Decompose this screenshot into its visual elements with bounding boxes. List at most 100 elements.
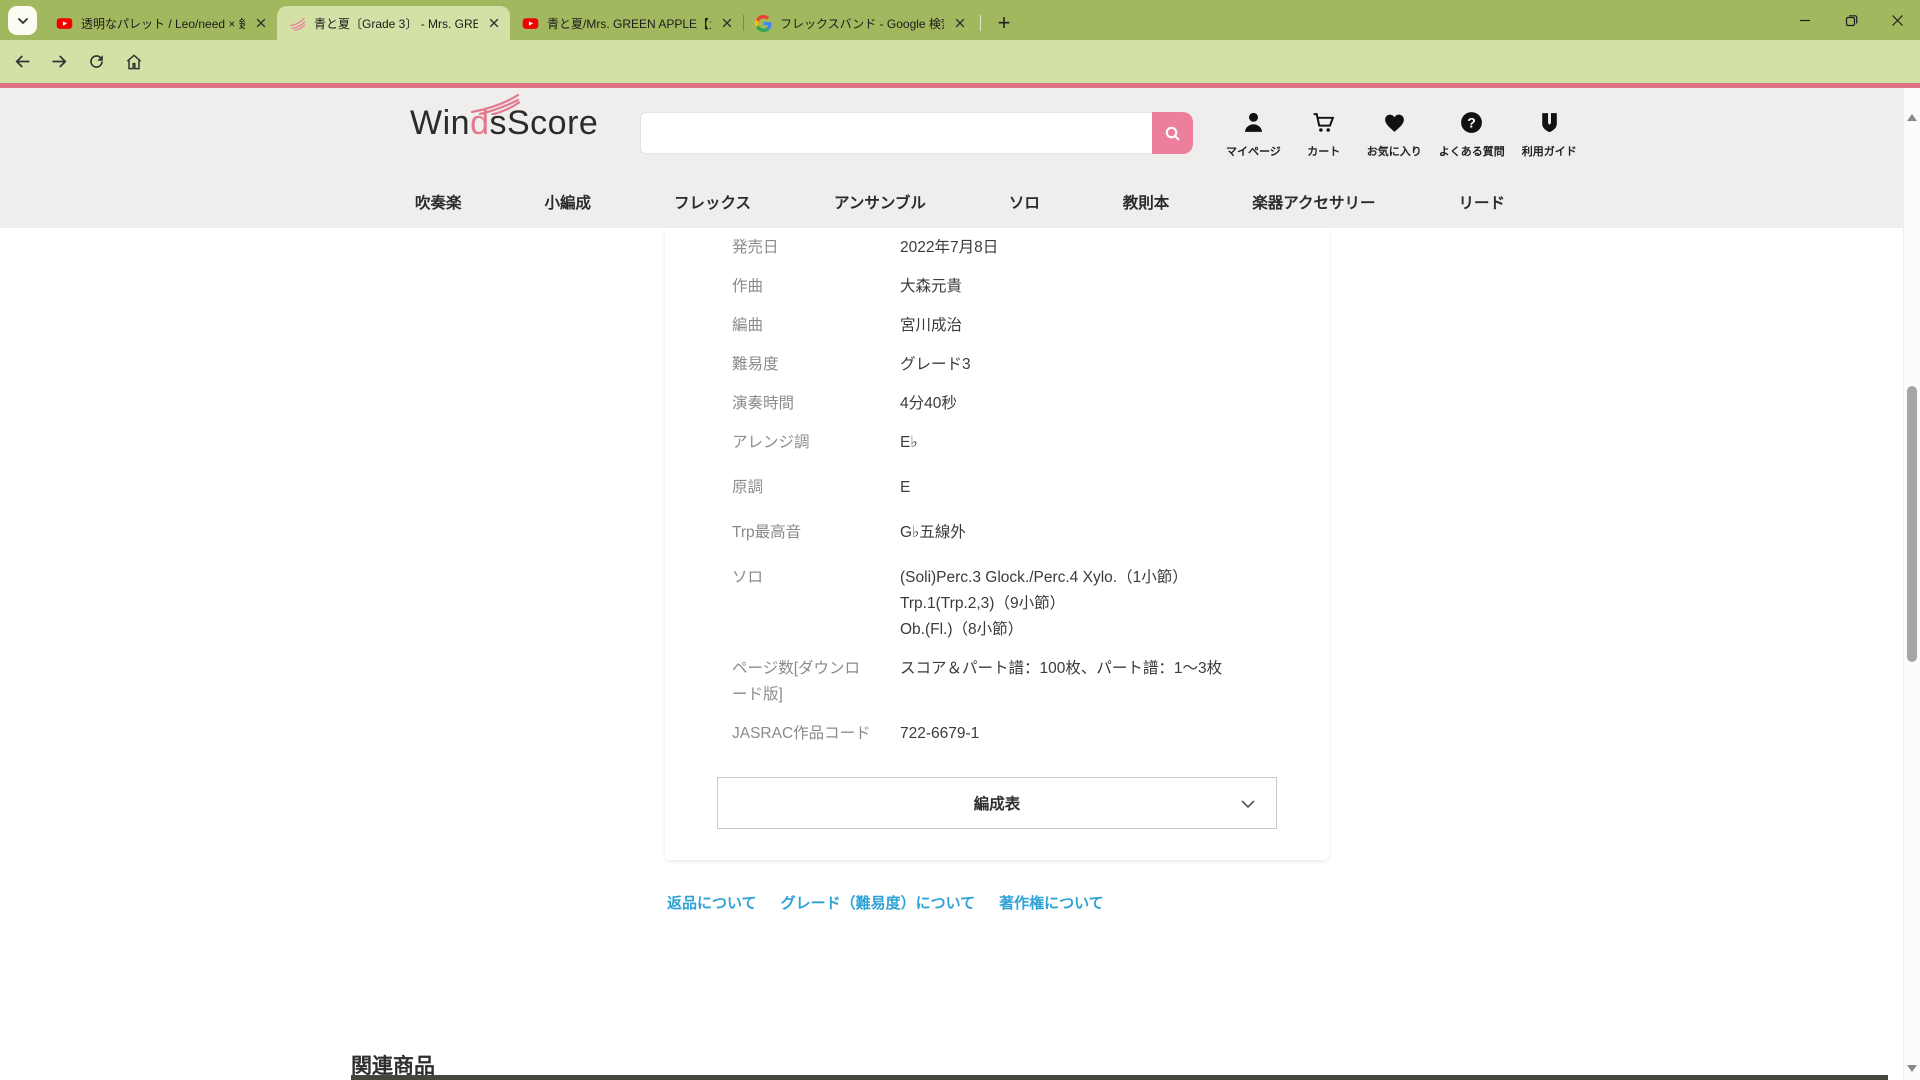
spec-label: Trp最高音 bbox=[732, 520, 900, 546]
quick-link-label: マイページ bbox=[1226, 143, 1281, 159]
spec-label: ページ数[ダウンロード版] bbox=[732, 656, 900, 708]
close-window-button[interactable] bbox=[1874, 0, 1920, 40]
nav-item[interactable]: 教則本 bbox=[1123, 191, 1170, 213]
spec-row: 作曲 大森元貴 bbox=[732, 274, 1299, 300]
logo-swoosh-icon bbox=[470, 93, 522, 115]
spec-label: 難易度 bbox=[732, 352, 900, 378]
spec-label: 編曲 bbox=[732, 313, 900, 339]
quick-link[interactable]: お気に入り bbox=[1367, 110, 1422, 159]
restore-button[interactable] bbox=[1828, 0, 1874, 40]
page-scrollbar[interactable] bbox=[1903, 88, 1920, 1080]
spec-label: 原調 bbox=[732, 475, 900, 501]
logo-text-pre: Win bbox=[410, 104, 470, 142]
quick-link-label: お気に入り bbox=[1367, 143, 1422, 159]
nav-item[interactable]: フレックス bbox=[674, 191, 751, 213]
product-spec-table: 発売日 2022年7月8日 作曲 大森元貴 編曲 宮川成治 難易度 bbox=[665, 228, 1329, 747]
window-controls bbox=[1782, 0, 1920, 40]
tab-title: 青と夏〔Grade 3〕 - Mrs. GREEN bbox=[314, 15, 478, 32]
tab-title: 透明なパレット / Leo/need × 鏡 bbox=[81, 15, 245, 32]
policy-link[interactable]: グレード（難易度）について bbox=[781, 892, 976, 913]
scrollbar-thumb[interactable] bbox=[1907, 386, 1917, 662]
cart-icon bbox=[1311, 110, 1336, 135]
guide-icon bbox=[1537, 110, 1562, 135]
accordion-label: 編成表 bbox=[974, 792, 1021, 814]
spec-value: G♭五線外 bbox=[900, 520, 1299, 546]
chevron-down-icon bbox=[16, 14, 30, 28]
tab-close-icon[interactable] bbox=[253, 15, 269, 31]
spec-value: グレード3 bbox=[900, 352, 1299, 378]
browser-toolbar: winds-score.com/products/wsj-00016?srslt… bbox=[0, 40, 1920, 83]
spec-label: ソロ bbox=[732, 565, 900, 643]
nav-item[interactable]: 小編成 bbox=[544, 191, 591, 213]
quick-link[interactable]: ? よくある質問 bbox=[1439, 110, 1505, 159]
instrumentation-accordion-button[interactable]: 編成表 bbox=[717, 777, 1277, 829]
policy-link[interactable]: 返品について bbox=[667, 892, 757, 913]
minimize-button[interactable] bbox=[1782, 0, 1828, 40]
search-icon bbox=[1163, 124, 1182, 143]
policy-link[interactable]: 著作権について bbox=[999, 892, 1104, 913]
search-button[interactable] bbox=[1152, 112, 1193, 154]
home-button[interactable] bbox=[121, 49, 146, 74]
spec-row: アレンジ調 E♭ bbox=[732, 430, 1299, 456]
tab-strip: 透明なパレット / Leo/need × 鏡 青と夏〔Grade 3〕 - Mr… bbox=[0, 0, 1920, 40]
spec-label: 演奏時間 bbox=[732, 391, 900, 417]
tab-strip-tabs: 透明なパレット / Leo/need × 鏡 青と夏〔Grade 3〕 - Mr… bbox=[44, 6, 976, 40]
quick-link-label: カート bbox=[1307, 143, 1340, 159]
reload-button[interactable] bbox=[84, 49, 109, 74]
page-content: WindsScore bbox=[0, 88, 1903, 1080]
spec-row: 演奏時間 4分40秒 bbox=[732, 391, 1299, 417]
quick-link-label: よくある質問 bbox=[1439, 143, 1505, 159]
scrollbar-up-arrow[interactable] bbox=[1907, 114, 1917, 121]
browser-tab[interactable]: フレックスバンド - Google 検索 bbox=[743, 6, 976, 40]
spec-label: アレンジ調 bbox=[732, 430, 900, 456]
spec-row: 編曲 宮川成治 bbox=[732, 313, 1299, 339]
related-products-image-edge bbox=[351, 1075, 1888, 1080]
spec-row: JASRAC作品コード 722-6679-1 bbox=[732, 721, 1299, 747]
spec-value: 4分40秒 bbox=[900, 391, 1299, 417]
youtube-icon bbox=[56, 15, 73, 32]
user-icon bbox=[1241, 110, 1266, 135]
spec-value: 大森元貴 bbox=[900, 274, 1299, 300]
spec-label: 発売日 bbox=[732, 235, 900, 261]
back-button[interactable] bbox=[10, 49, 35, 74]
quick-link[interactable]: 利用ガイド bbox=[1522, 110, 1577, 159]
heart-icon bbox=[1382, 110, 1407, 135]
youtube-icon bbox=[522, 15, 539, 32]
tab-search-button[interactable] bbox=[8, 6, 37, 35]
nav-item[interactable]: 楽器アクセサリー bbox=[1252, 191, 1375, 213]
quick-link[interactable]: カート bbox=[1298, 110, 1350, 159]
windsscore-icon bbox=[289, 15, 306, 32]
spec-row: Trp最高音 G♭五線外 bbox=[732, 520, 1299, 546]
nav-item[interactable]: アンサンブル bbox=[834, 191, 926, 213]
svg-text:?: ? bbox=[1467, 114, 1476, 130]
nav-item[interactable]: 吹奏楽 bbox=[415, 191, 462, 213]
nav-item[interactable]: ソロ bbox=[1009, 191, 1040, 213]
forward-button[interactable] bbox=[47, 49, 72, 74]
scrollbar-down-arrow[interactable] bbox=[1907, 1065, 1917, 1072]
product-detail-card: 発売日 2022年7月8日 作曲 大森元貴 編曲 宮川成治 難易度 bbox=[665, 228, 1329, 860]
spec-row: ページ数[ダウンロード版] スコア＆パート譜：100枚、パート譜：1〜3枚 bbox=[732, 656, 1299, 708]
spec-value: 宮川成治 bbox=[900, 313, 1299, 339]
main-nav: 吹奏楽 小編成 フレックス アンサンブル ソロ 教則本 楽器アクセサリー リード bbox=[415, 191, 1505, 213]
search-input[interactable] bbox=[640, 112, 1152, 154]
spec-label: JASRAC作品コード bbox=[732, 721, 900, 747]
header-quick-links: マイページ カート bbox=[1226, 110, 1577, 159]
browser-tab[interactable]: 透明なパレット / Leo/need × 鏡 bbox=[44, 6, 277, 40]
tab-close-icon[interactable] bbox=[486, 15, 502, 31]
spec-row: 原調 E bbox=[732, 475, 1299, 501]
browser-tab[interactable]: 青と夏/Mrs. GREEN APPLE【大阪 bbox=[510, 6, 743, 40]
browser-window: 透明なパレット / Leo/need × 鏡 青と夏〔Grade 3〕 - Mr… bbox=[0, 0, 1920, 1080]
browser-tab[interactable]: 青と夏〔Grade 3〕 - Mrs. GREEN bbox=[277, 6, 510, 40]
google-icon bbox=[755, 15, 772, 32]
tab-close-icon[interactable] bbox=[952, 15, 968, 31]
quick-link[interactable]: マイページ bbox=[1226, 110, 1281, 159]
site-search bbox=[640, 112, 1193, 154]
spec-value: (Soli)Perc.3 Glock./Perc.4 Xylo.（1小節）Trp… bbox=[900, 565, 1299, 643]
policy-links: 返品について グレード（難易度）について 著作権について bbox=[667, 892, 1104, 913]
spec-value: E bbox=[900, 475, 1299, 501]
nav-item[interactable]: リード bbox=[1458, 191, 1505, 213]
windsscore-logo[interactable]: WindsScore bbox=[410, 104, 598, 143]
tab-close-icon[interactable] bbox=[719, 15, 735, 31]
new-tab-button[interactable]: + bbox=[990, 9, 1018, 37]
chevron-down-icon bbox=[1238, 794, 1258, 814]
